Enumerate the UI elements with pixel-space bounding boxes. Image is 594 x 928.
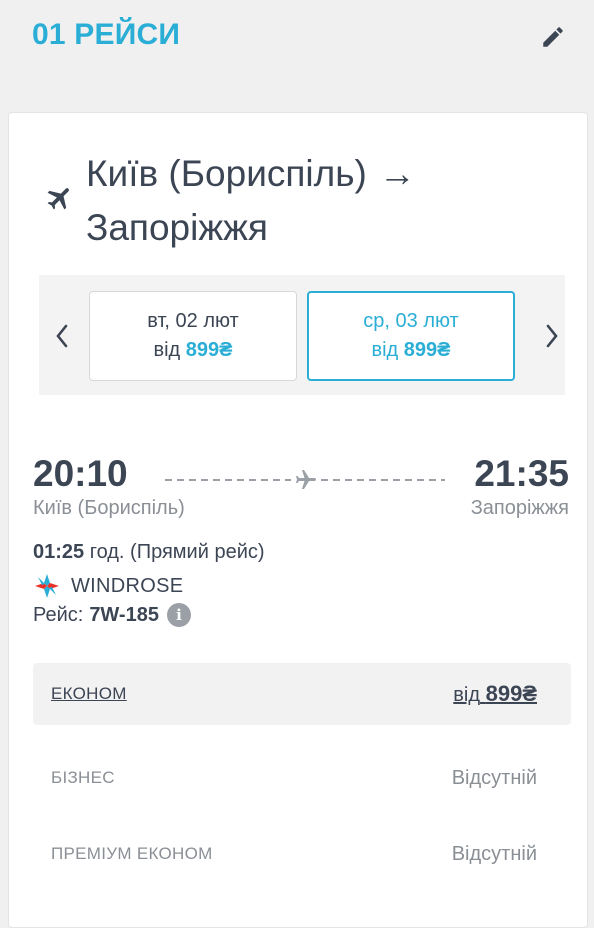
route-from: Київ (Бориспіль) [86,153,367,194]
prev-date-button[interactable] [49,311,75,361]
departure-time: 20:10 [33,453,128,494]
chevron-right-icon [546,324,558,348]
arrival-city: Запоріжжя [470,497,569,519]
fare-price: від 899₴ [453,681,537,706]
date-selector: вт, 02 лют від 899₴ ср, 03 лют від 899₴ [39,275,565,395]
date-price: від 899₴ [371,339,451,361]
route-title: Київ (Бориспіль) → Запоріжжя [86,147,566,255]
fare-economy[interactable]: ЕКОНОМ від 899₴ [33,663,571,725]
fare-premium-economy: ПРЕМІУМ ЕКОНОМ Відсутній [33,823,571,885]
airline: WINDROSE [33,571,183,601]
fare-name: ПРЕМІУМ ЕКОНОМ [51,844,213,863]
flight-duration: 01:25 год. (Прямий рейс) [33,541,265,563]
chevron-left-icon [56,324,68,348]
route-to: Запоріжжя [86,207,268,248]
next-date-button[interactable] [539,311,565,361]
page-title: 01 РЕЙСИ [32,18,181,51]
route-arrow: → [378,153,416,194]
airline-name: WINDROSE [71,574,184,597]
plane-icon [47,188,69,210]
departure-city: Київ (Бориспіль) [33,497,185,519]
info-icon[interactable]: i [166,603,191,627]
arrival-time: 21:35 [474,453,569,494]
fare-business: БІЗНЕС Відсутній [33,747,571,809]
flight-path-line [165,470,445,489]
date-option-selected[interactable]: ср, 03 лют від 899₴ [307,291,515,381]
date-label: ср, 03 лют [363,310,459,332]
fare-price: Відсутній [451,842,537,865]
page-header: 01 РЕЙСИ [0,0,594,110]
flight-card: Київ (Бориспіль) → Запоріжжя вт, 02 лют в… [8,112,588,928]
fare-name: ЕКОНОМ [51,684,127,703]
date-price: від 899₴ [153,339,233,361]
pencil-icon [543,27,563,47]
windrose-logo-icon [35,574,59,598]
flight-number: Рейс: 7W-185 i [33,603,191,627]
date-option[interactable]: вт, 02 лют від 899₴ [89,291,297,381]
edit-button[interactable] [538,22,568,52]
fare-name: БІЗНЕС [51,768,115,787]
fare-price: Відсутній [451,766,537,789]
date-label: вт, 02 лют [147,310,239,332]
